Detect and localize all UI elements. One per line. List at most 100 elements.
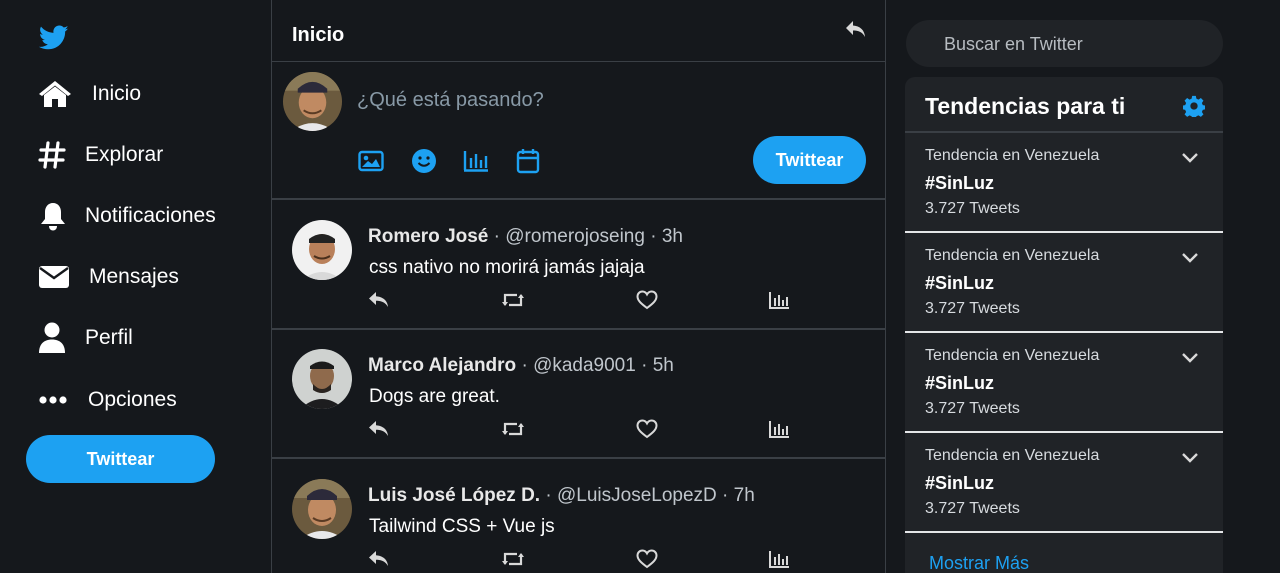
author-handle[interactable]: @romerojoseing	[505, 226, 645, 247]
retweet-icon[interactable]	[501, 417, 525, 441]
tweet-header: Marco Alejandro · @kada9001 · 5h	[368, 355, 674, 377]
nav-label: Opciones	[88, 388, 177, 411]
separator: ·	[521, 355, 528, 376]
trend-context: Tendencia en Venezuela	[925, 347, 1100, 364]
tweet[interactable]: Luis José López D. · @LuisJoseLopezD · 7…	[272, 459, 885, 573]
trend-count: 3.727 Tweets	[925, 300, 1020, 317]
separator: ·	[493, 226, 500, 247]
nav-item-inicio[interactable]: Inicio	[38, 74, 141, 114]
tweet-header: Luis José López D. · @LuisJoseLopezD · 7…	[368, 485, 755, 507]
tweet[interactable]: Romero José · @romerojoseing · 3h css na…	[272, 200, 885, 330]
chevron-down-icon[interactable]	[1181, 151, 1199, 165]
schedule-icon[interactable]	[515, 148, 541, 174]
trend-item[interactable]: Tendencia en Venezuela #SinLuz 3.727 Twe…	[905, 233, 1223, 333]
nav-label: Mensajes	[89, 265, 179, 288]
chevron-down-icon[interactable]	[1181, 251, 1199, 265]
like-icon[interactable]	[635, 417, 659, 441]
chevron-down-icon[interactable]	[1181, 451, 1199, 465]
home-icon	[38, 78, 72, 110]
trend-count: 3.727 Tweets	[925, 400, 1020, 417]
trend-context: Tendencia en Venezuela	[925, 447, 1100, 464]
like-icon[interactable]	[635, 288, 659, 312]
nav-item-explorar[interactable]: Explorar	[38, 135, 163, 175]
chevron-down-icon[interactable]	[1181, 351, 1199, 365]
compose-input[interactable]	[357, 89, 837, 112]
nav-item-perfil[interactable]: Perfil	[38, 318, 133, 358]
analytics-icon[interactable]	[767, 288, 791, 312]
show-more-link[interactable]: Mostrar Más	[929, 553, 1029, 573]
user-icon	[38, 322, 72, 354]
avatar[interactable]	[291, 348, 353, 410]
trend-count: 3.727 Tweets	[925, 200, 1020, 217]
poll-icon[interactable]	[463, 148, 489, 174]
nav-label: Explorar	[85, 143, 164, 166]
tweet-text: Tailwind CSS + Vue js	[369, 516, 555, 537]
trend-hashtag[interactable]: #SinLuz	[925, 273, 994, 294]
trend-hashtag[interactable]: #SinLuz	[925, 373, 994, 394]
reply-icon[interactable]	[367, 288, 391, 312]
envelope-icon	[38, 261, 72, 293]
trends-title: Tendencias para ti	[925, 93, 1126, 119]
author-name[interactable]: Marco Alejandro	[368, 355, 516, 376]
retweet-icon[interactable]	[501, 288, 525, 312]
nav-label: Notificaciones	[85, 204, 216, 227]
analytics-icon[interactable]	[767, 547, 791, 571]
author-name[interactable]: Luis José López D.	[368, 485, 540, 506]
trend-count: 3.727 Tweets	[925, 500, 1020, 517]
trend-hashtag[interactable]: #SinLuz	[925, 473, 994, 494]
analytics-icon[interactable]	[767, 417, 791, 441]
tweet-header: Romero José · @romerojoseing · 3h	[368, 226, 683, 248]
image-icon[interactable]	[358, 148, 384, 174]
trend-context: Tendencia en Venezuela	[925, 147, 1100, 164]
trends-panel: Tendencias para ti Tendencia en Venezuel…	[905, 77, 1223, 573]
trend-item[interactable]: Tendencia en Venezuela #SinLuz 3.727 Twe…	[905, 333, 1223, 433]
trend-hashtag[interactable]: #SinLuz	[925, 173, 994, 194]
bell-icon	[38, 200, 72, 232]
tweet-time[interactable]: 7h	[734, 485, 755, 506]
nav-item-mensajes[interactable]: Mensajes	[38, 257, 179, 297]
search-box[interactable]	[906, 20, 1223, 67]
nav-item-opciones[interactable]: Opciones	[38, 380, 177, 420]
nav-label: Inicio	[92, 82, 142, 105]
emoji-icon[interactable]	[411, 148, 437, 174]
retweet-icon[interactable]	[501, 547, 525, 571]
nav-item-notificaciones[interactable]: Notificaciones	[38, 196, 216, 236]
tweet-time[interactable]: 5h	[653, 355, 674, 376]
separator: ·	[641, 355, 648, 376]
tweet[interactable]: Marco Alejandro · @kada9001 · 5h Dogs ar…	[272, 329, 885, 459]
author-handle[interactable]: @kada9001	[533, 355, 636, 376]
like-icon[interactable]	[635, 547, 659, 571]
tweet-time[interactable]: 3h	[662, 226, 683, 247]
page-title: Inicio	[292, 24, 345, 46]
reply-arrow-icon[interactable]	[845, 20, 867, 40]
hashtag-icon	[38, 139, 72, 171]
more-icon	[38, 384, 72, 416]
compose-tweet-button[interactable]: Twittear	[753, 136, 866, 184]
tweet-composer: Twittear	[272, 62, 885, 200]
right-sidebar: Tendencias para ti Tendencia en Venezuel…	[886, 0, 1280, 573]
timeline-header: Inicio	[272, 0, 885, 62]
trends-header: Tendencias para ti	[905, 77, 1223, 133]
tweet-button[interactable]: Twittear	[26, 435, 215, 483]
reply-icon[interactable]	[367, 547, 391, 571]
tweet-text: Dogs are great.	[369, 386, 500, 407]
author-handle[interactable]: @LuisJoseLopezD	[557, 485, 717, 506]
avatar[interactable]	[291, 219, 353, 281]
gear-icon[interactable]	[1183, 95, 1205, 117]
main-timeline: Inicio Twitt	[271, 0, 886, 573]
trend-context: Tendencia en Venezuela	[925, 247, 1100, 264]
reply-icon[interactable]	[367, 417, 391, 441]
separator: ·	[650, 226, 657, 247]
separator: ·	[545, 485, 552, 506]
search-input[interactable]	[944, 34, 1204, 55]
avatar[interactable]	[282, 71, 343, 132]
twitter-logo-icon[interactable]	[39, 24, 69, 52]
trend-item[interactable]: Tendencia en Venezuela #SinLuz 3.727 Twe…	[905, 433, 1223, 533]
avatar[interactable]	[291, 478, 353, 540]
trend-item[interactable]: Tendencia en Venezuela #SinLuz 3.727 Twe…	[905, 133, 1223, 233]
separator: ·	[722, 485, 729, 506]
tweet-text: css nativo no morirá jamás jajaja	[369, 257, 645, 278]
nav-label: Perfil	[85, 326, 133, 349]
author-name[interactable]: Romero José	[368, 226, 488, 247]
left-sidebar: Inicio Explorar Notificaciones Mensajes …	[0, 0, 271, 573]
